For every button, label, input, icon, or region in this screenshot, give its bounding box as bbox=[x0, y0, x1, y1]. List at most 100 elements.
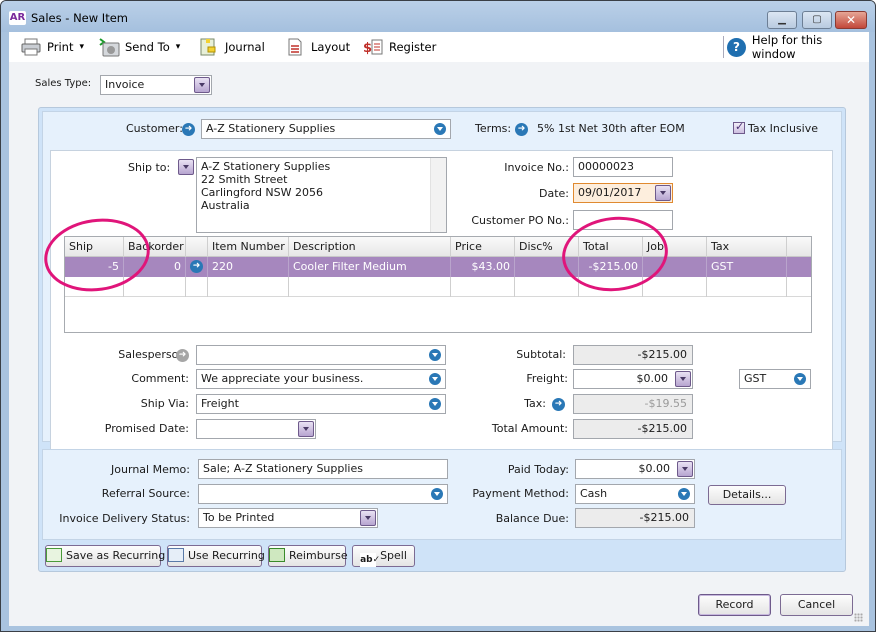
use-recurring-button[interactable]: Use Recurring bbox=[167, 545, 265, 567]
spell-button[interactable]: ab✓Spell bbox=[352, 545, 415, 567]
col-item-number[interactable]: Item Number bbox=[208, 237, 289, 257]
empty-cell[interactable] bbox=[186, 277, 208, 297]
combo-dropdown-icon[interactable] bbox=[431, 488, 443, 500]
comment-combo[interactable]: We appreciate your business. bbox=[196, 369, 446, 389]
delivery-status-select[interactable]: To be Printed bbox=[198, 508, 378, 528]
link-cell[interactable] bbox=[186, 257, 208, 277]
col-backorder[interactable]: Backorder bbox=[124, 237, 186, 257]
freight-field[interactable]: $0.00 bbox=[573, 369, 693, 389]
sales-type-select[interactable]: Invoice bbox=[100, 75, 212, 95]
job-cell[interactable] bbox=[643, 257, 707, 277]
salesperson-arrow-icon[interactable] bbox=[176, 348, 189, 362]
combo-dropdown-icon[interactable] bbox=[429, 373, 441, 385]
tax-inclusive-checkbox[interactable] bbox=[733, 120, 745, 134]
empty-cell[interactable] bbox=[124, 277, 186, 297]
empty-cell[interactable] bbox=[451, 277, 515, 297]
date-field[interactable]: 09/01/2017 bbox=[573, 183, 673, 203]
total-cell[interactable]: -$215.00 bbox=[579, 257, 643, 277]
maximize-button[interactable]: ▢ bbox=[802, 11, 832, 29]
freight-tax-code-combo[interactable]: GST bbox=[739, 369, 811, 389]
minimize-button[interactable]: ▁ bbox=[767, 11, 797, 29]
combo-dropdown-icon[interactable] bbox=[429, 349, 441, 361]
send-to-button[interactable]: Send To ▾ bbox=[99, 32, 180, 62]
layout-button[interactable]: Layout bbox=[285, 32, 350, 62]
combo-dropdown-icon[interactable] bbox=[794, 373, 806, 385]
ship-cell[interactable]: -5 bbox=[65, 257, 124, 277]
journal-memo-field[interactable]: Sale; A-Z Stationery Supplies bbox=[198, 459, 448, 479]
empty-cell[interactable] bbox=[643, 277, 707, 297]
chevron-down-icon[interactable] bbox=[360, 510, 376, 526]
combo-dropdown-icon[interactable] bbox=[434, 123, 446, 135]
empty-cell[interactable] bbox=[289, 277, 451, 297]
combo-dropdown-icon[interactable] bbox=[678, 488, 690, 500]
backorder-cell[interactable]: 0 bbox=[124, 257, 186, 277]
empty-cell[interactable] bbox=[579, 277, 643, 297]
col-price[interactable]: Price bbox=[451, 237, 515, 257]
paid-today-dropdown-icon[interactable] bbox=[677, 461, 693, 477]
close-button[interactable]: ✕ bbox=[835, 11, 867, 29]
chevron-down-icon[interactable] bbox=[194, 77, 210, 93]
price-cell[interactable]: $43.00 bbox=[451, 257, 515, 277]
tax-arrow-icon[interactable] bbox=[552, 397, 565, 411]
invoice-no-field[interactable]: 00000023 bbox=[573, 157, 673, 177]
save-as-recurring-button[interactable]: Save as Recurring bbox=[45, 545, 165, 567]
customer-combo[interactable]: A-Z Stationery Supplies bbox=[201, 119, 451, 139]
tax-label: Tax: bbox=[524, 397, 546, 410]
empty-cell[interactable] bbox=[65, 277, 124, 297]
col-description[interactable]: Description bbox=[289, 237, 451, 257]
description-cell[interactable]: Cooler Filter Medium bbox=[289, 257, 451, 277]
col-disc[interactable]: Disc% bbox=[515, 237, 579, 257]
referral-source-combo[interactable] bbox=[198, 484, 448, 504]
table-row-empty[interactable] bbox=[65, 277, 811, 297]
promised-date-field[interactable] bbox=[196, 419, 316, 439]
customer-arrow-icon[interactable] bbox=[182, 122, 195, 136]
calendar-dropdown-icon[interactable] bbox=[298, 421, 314, 437]
col-tax[interactable]: Tax bbox=[707, 237, 787, 257]
journal-button[interactable]: Journal bbox=[199, 32, 265, 62]
terms-arrow-icon[interactable] bbox=[515, 122, 528, 136]
sales-window: AR Sales - New Item ▁ ▢ ✕ Print ▾ Send T… bbox=[0, 0, 876, 632]
print-button[interactable]: Print ▾ bbox=[21, 32, 84, 62]
disc-cell[interactable] bbox=[515, 257, 579, 277]
ship-to-label: Ship to: bbox=[128, 161, 171, 174]
ship-via-combo[interactable]: Freight bbox=[196, 394, 446, 414]
table-row[interactable]: -5 0 220 Cooler Filter Medium $43.00 -$2… bbox=[65, 257, 811, 277]
col-total[interactable]: Total bbox=[579, 237, 643, 257]
combo-dropdown-icon[interactable] bbox=[429, 398, 441, 410]
salesperson-combo[interactable] bbox=[196, 345, 446, 365]
reimburse-button[interactable]: Reimburse bbox=[268, 545, 348, 567]
item-number-cell[interactable]: 220 bbox=[208, 257, 289, 277]
ship-to-dropdown-icon[interactable] bbox=[178, 159, 194, 175]
freight-dropdown-icon[interactable] bbox=[675, 371, 691, 387]
record-button[interactable]: Record bbox=[698, 594, 771, 616]
col-link[interactable] bbox=[186, 237, 208, 257]
printer-icon bbox=[21, 38, 41, 56]
total-amount-value: -$215.00 bbox=[637, 422, 687, 435]
ship-to-address[interactable]: A-Z Stationery Supplies 22 Smith Street … bbox=[196, 157, 447, 233]
details-button[interactable]: Details... bbox=[708, 485, 786, 505]
customer-po-field[interactable] bbox=[573, 210, 673, 230]
maximize-icon: ▢ bbox=[812, 14, 822, 25]
empty-cell[interactable] bbox=[208, 277, 289, 297]
col-ship[interactable]: Ship bbox=[65, 237, 124, 257]
item-arrow-icon[interactable] bbox=[190, 259, 203, 273]
tax-cell[interactable]: GST bbox=[707, 257, 787, 277]
ship-to-line: Carlingford NSW 2056 bbox=[201, 186, 323, 199]
address-scrollbar[interactable] bbox=[430, 158, 446, 232]
empty-cell[interactable] bbox=[707, 277, 787, 297]
col-extra[interactable] bbox=[787, 237, 811, 257]
payment-method-combo[interactable]: Cash bbox=[575, 484, 695, 504]
date-label: Date: bbox=[539, 187, 569, 200]
help-button[interactable]: ? Help for this window bbox=[727, 32, 869, 62]
empty-cell[interactable] bbox=[515, 277, 579, 297]
invoice-upper-section: Customer: A-Z Stationery Supplies Terms:… bbox=[42, 111, 842, 450]
resize-grip[interactable] bbox=[854, 613, 863, 622]
col-job[interactable]: Job bbox=[643, 237, 707, 257]
cancel-button[interactable]: Cancel bbox=[780, 594, 853, 616]
calendar-dropdown-icon[interactable] bbox=[655, 185, 671, 201]
register-button[interactable]: $ Register bbox=[363, 32, 436, 62]
customer-value: A-Z Stationery Supplies bbox=[206, 122, 336, 135]
close-icon: ✕ bbox=[845, 13, 857, 27]
paid-today-field[interactable]: $0.00 bbox=[575, 459, 695, 479]
dialog-body: Sales Type: Invoice Customer: A-Z Statio… bbox=[9, 62, 869, 626]
